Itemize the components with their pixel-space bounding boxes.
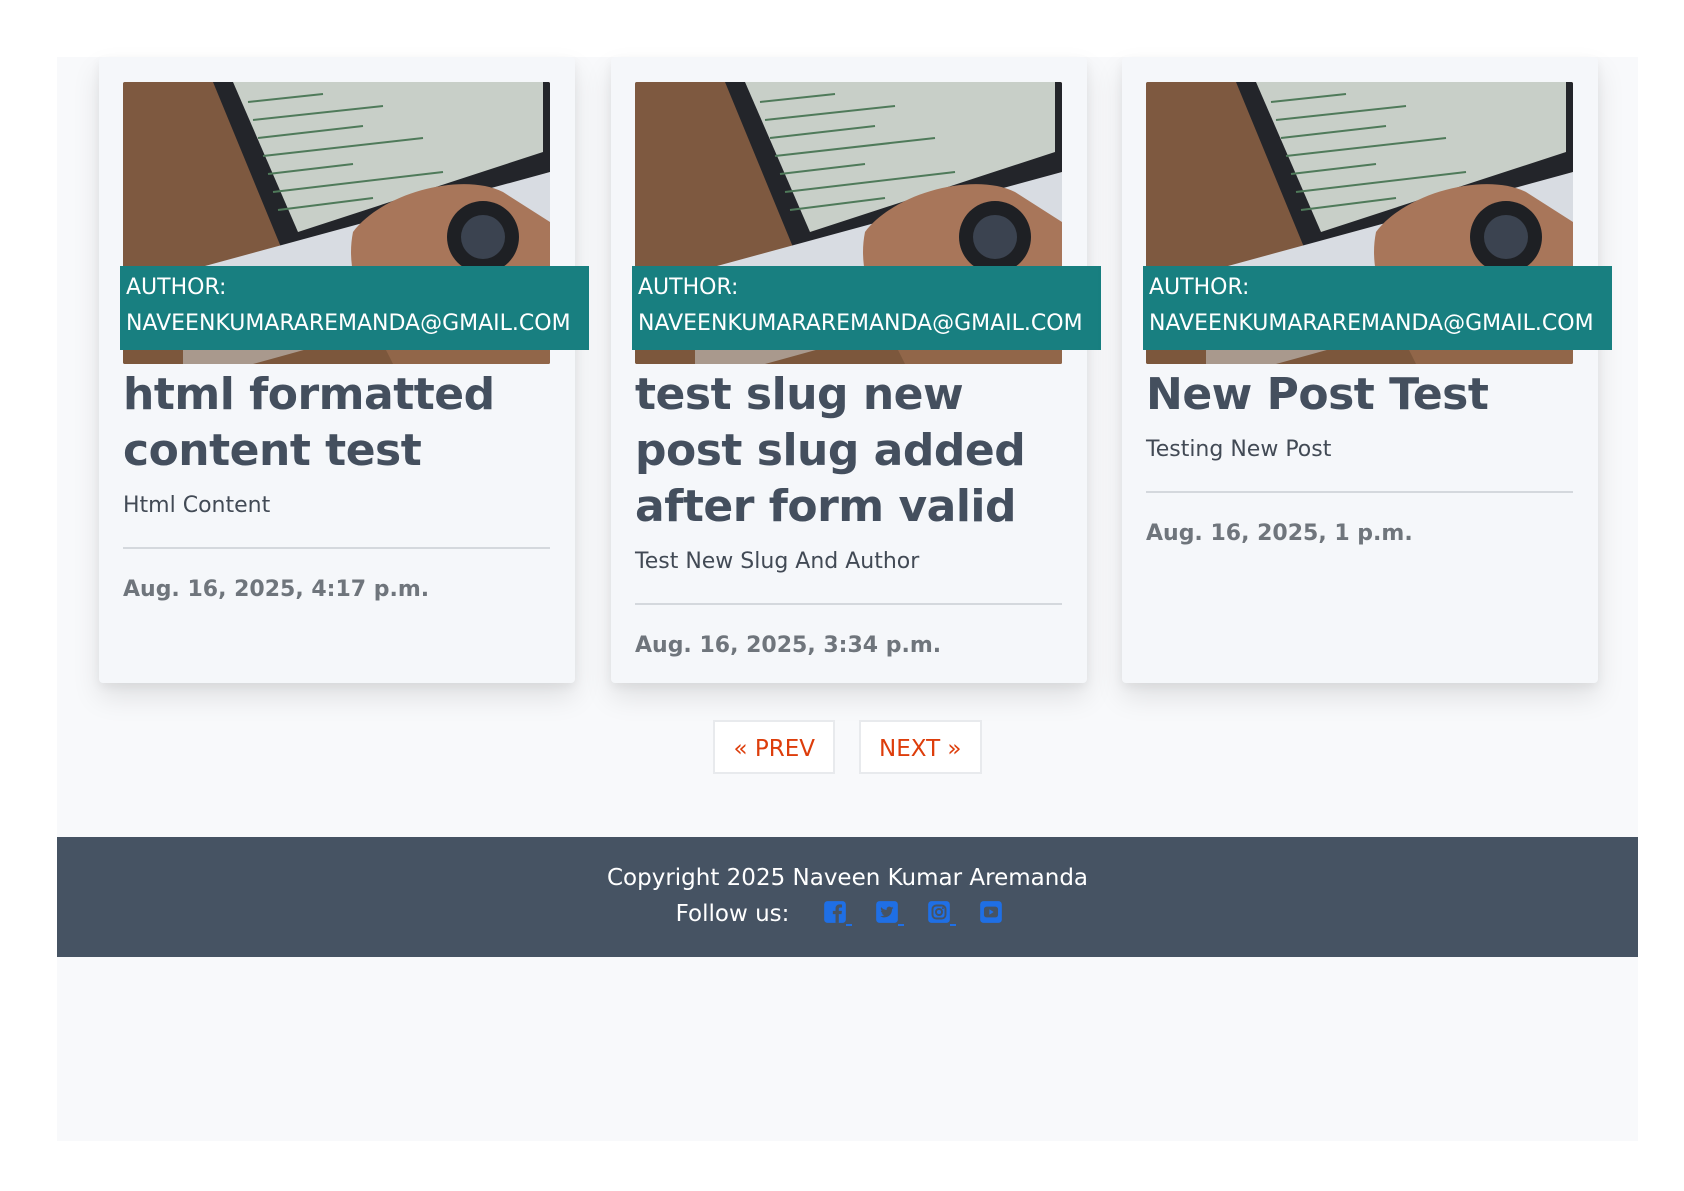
author-email: NAVEENKUMARAREMANDA@GMAIL.COM [126, 311, 571, 336]
card-divider [1146, 491, 1573, 493]
post-subtitle: Html Content [123, 493, 271, 518]
author-email: NAVEENKUMARAREMANDA@GMAIL.COM [638, 311, 1083, 336]
site-footer: Copyright 2025 Naveen Kumar Aremanda Fol… [57, 837, 1638, 957]
author-label: AUTHOR: [1149, 275, 1250, 300]
post-subtitle: Testing New Post [1146, 437, 1332, 462]
follow-us-row: Follow us: [57, 899, 1638, 929]
post-title[interactable]: test slug new post slug added after form… [635, 367, 1062, 535]
prev-page-button[interactable]: « PREV [713, 720, 835, 774]
youtube-icon [980, 901, 1003, 923]
post-date: Aug. 16, 2025, 4:17 p.m. [123, 577, 430, 602]
facebook-icon [824, 901, 847, 923]
author-email: NAVEENKUMARAREMANDA@GMAIL.COM [1149, 311, 1594, 336]
follow-us-label: Follow us: [675, 901, 790, 927]
author-badge: AUTHOR: NAVEENKUMARAREMANDA@GMAIL.COM [120, 266, 589, 350]
post-card[interactable]: AUTHOR: NAVEENKUMARAREMANDA@GMAIL.COM ht… [99, 57, 589, 683]
copyright-text: Copyright 2025 Naveen Kumar Aremanda [606, 865, 1089, 891]
author-label: AUTHOR: [126, 275, 227, 300]
youtube-link[interactable] [978, 899, 1008, 929]
link-underline [950, 924, 957, 926]
author-label: AUTHOR: [638, 275, 739, 300]
author-badge: AUTHOR: NAVEENKUMARAREMANDA@GMAIL.COM [632, 266, 1101, 350]
post-date: Aug. 16, 2025, 3:34 p.m. [635, 633, 942, 658]
author-badge: AUTHOR: NAVEENKUMARAREMANDA@GMAIL.COM [1143, 266, 1612, 350]
post-card-body: New Post Test Testing New Post Aug. 16, … [1146, 367, 1573, 549]
page-container: AUTHOR: NAVEENKUMARAREMANDA@GMAIL.COM ht… [57, 57, 1638, 1141]
next-page-button[interactable]: NEXT » [858, 720, 982, 774]
post-card[interactable]: AUTHOR: NAVEENKUMARAREMANDA@GMAIL.COM Ne… [1122, 57, 1612, 683]
card-divider [123, 547, 550, 549]
post-subtitle: Test New Slug And Author [635, 549, 920, 574]
post-card-body: html formatted content test Html Content… [123, 367, 550, 605]
instagram-icon [928, 901, 951, 923]
link-underline [846, 924, 853, 926]
twitter-link[interactable] [874, 899, 905, 929]
post-date: Aug. 16, 2025, 1 p.m. [1146, 521, 1413, 546]
post-title[interactable]: html formatted content test [123, 367, 550, 479]
link-underline [898, 924, 905, 926]
twitter-icon [876, 901, 899, 923]
instagram-link[interactable] [926, 899, 957, 929]
facebook-link[interactable] [822, 899, 853, 929]
post-title[interactable]: New Post Test [1146, 367, 1573, 423]
pagination: « PREV NEXT » [57, 720, 1638, 774]
card-divider [635, 603, 1062, 605]
post-card[interactable]: AUTHOR: NAVEENKUMARAREMANDA@GMAIL.COM te… [611, 57, 1101, 683]
post-card-body: test slug new post slug added after form… [635, 367, 1062, 661]
